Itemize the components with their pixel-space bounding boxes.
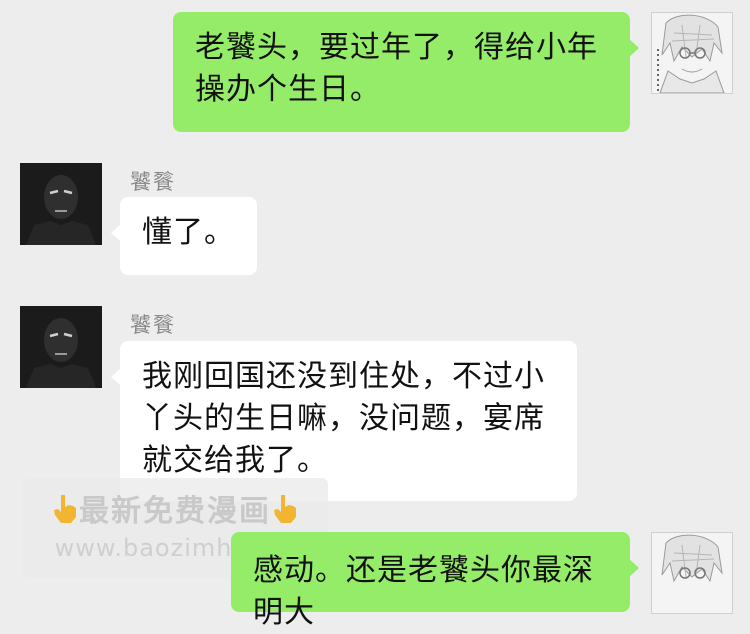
message-bubble-self[interactable]: 感动。还是老饕头你最深明大 — [231, 532, 639, 630]
message-bubble-other[interactable]: 懂了。 — [111, 197, 257, 275]
message-bubble-self[interactable]: 老饕头，要过年了，得给小年 操办个生日。 — [173, 12, 639, 132]
sender-name: 饕餮 — [130, 170, 176, 194]
sender-avatar[interactable] — [20, 163, 102, 245]
message-bubble-other[interactable]: 我刚回国还没到住处，不过小 丫头的生日嘛，没问题，宴席 就交给我了。 — [111, 341, 577, 501]
watermark-line1: 最新免费漫画 — [79, 494, 271, 529]
sender-avatar[interactable] — [20, 306, 102, 388]
self-avatar[interactable] — [651, 532, 733, 614]
pointing-hand-icon — [51, 493, 79, 525]
pointing-hand-icon — [271, 493, 299, 525]
sender-name: 饕餮 — [130, 313, 176, 337]
watermark-title: 最新免费漫画 — [22, 486, 328, 530]
self-avatar[interactable] — [651, 12, 733, 94]
